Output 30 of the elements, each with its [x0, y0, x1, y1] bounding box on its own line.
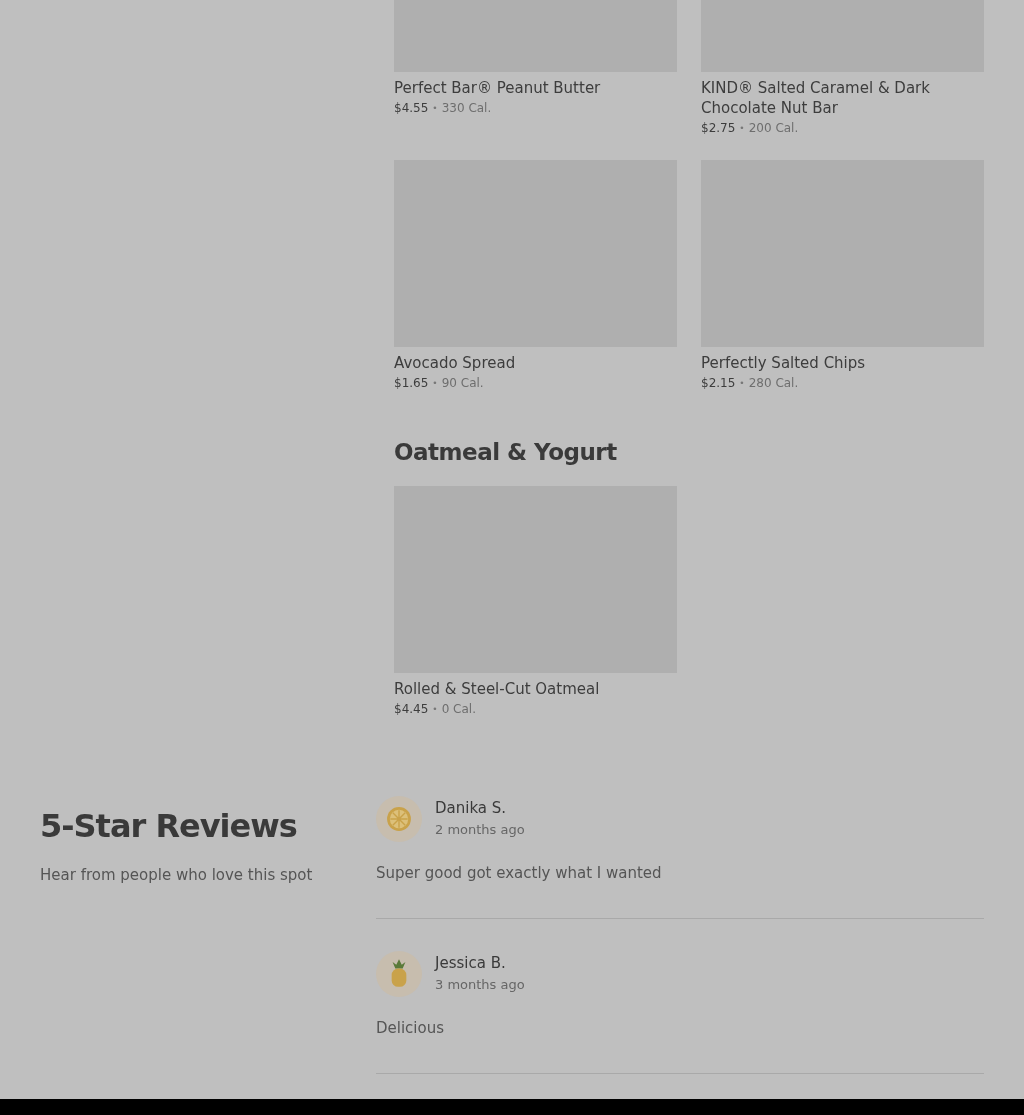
citrus-slice-icon — [386, 806, 412, 832]
section-heading: Oatmeal & Yogurt — [394, 438, 618, 467]
item-calories: 200 Cal. — [748, 121, 799, 135]
reviews-heading: 5-Star Reviews — [40, 806, 298, 846]
item-price: $4.45 — [394, 702, 429, 716]
item-name[interactable]: KIND® Salted Caramel & Dark Chocolate Nut Bar — [701, 78, 984, 118]
item-name[interactable]: Perfectly Salted Chips — [701, 353, 984, 373]
review-date: 2 months ago — [435, 822, 525, 837]
separator-dot: • — [739, 378, 745, 388]
review-text: Super good got exactly what I wanted — [376, 864, 663, 882]
separator-dot: • — [432, 704, 438, 714]
reviewer-name: Jessica B. — [435, 953, 507, 973]
reviews-subtitle: Hear from people who love this spot — [40, 866, 314, 884]
item-name[interactable]: Rolled & Steel-Cut Oatmeal — [394, 679, 677, 699]
item-calories: 90 Cal. — [441, 376, 484, 390]
item-calories: 330 Cal. — [441, 101, 492, 115]
item-price: $2.15 — [701, 376, 736, 390]
item-price: $1.65 — [394, 376, 429, 390]
review-text: Delicious — [376, 1019, 446, 1037]
review-date: 3 months ago — [435, 977, 525, 992]
item-name[interactable]: Avocado Spread — [394, 353, 677, 373]
reviewer-name: Danika S. — [435, 798, 508, 818]
item-name[interactable]: Perfect Bar® Peanut Butter — [394, 78, 677, 98]
item-price: $2.75 — [701, 121, 736, 135]
item-price: $4.55 — [394, 101, 429, 115]
item-calories: 280 Cal. — [748, 376, 799, 390]
separator-dot: • — [739, 123, 745, 133]
separator-dot: • — [432, 103, 438, 113]
item-calories: 0 Cal. — [441, 702, 476, 716]
separator-dot: • — [432, 378, 438, 388]
